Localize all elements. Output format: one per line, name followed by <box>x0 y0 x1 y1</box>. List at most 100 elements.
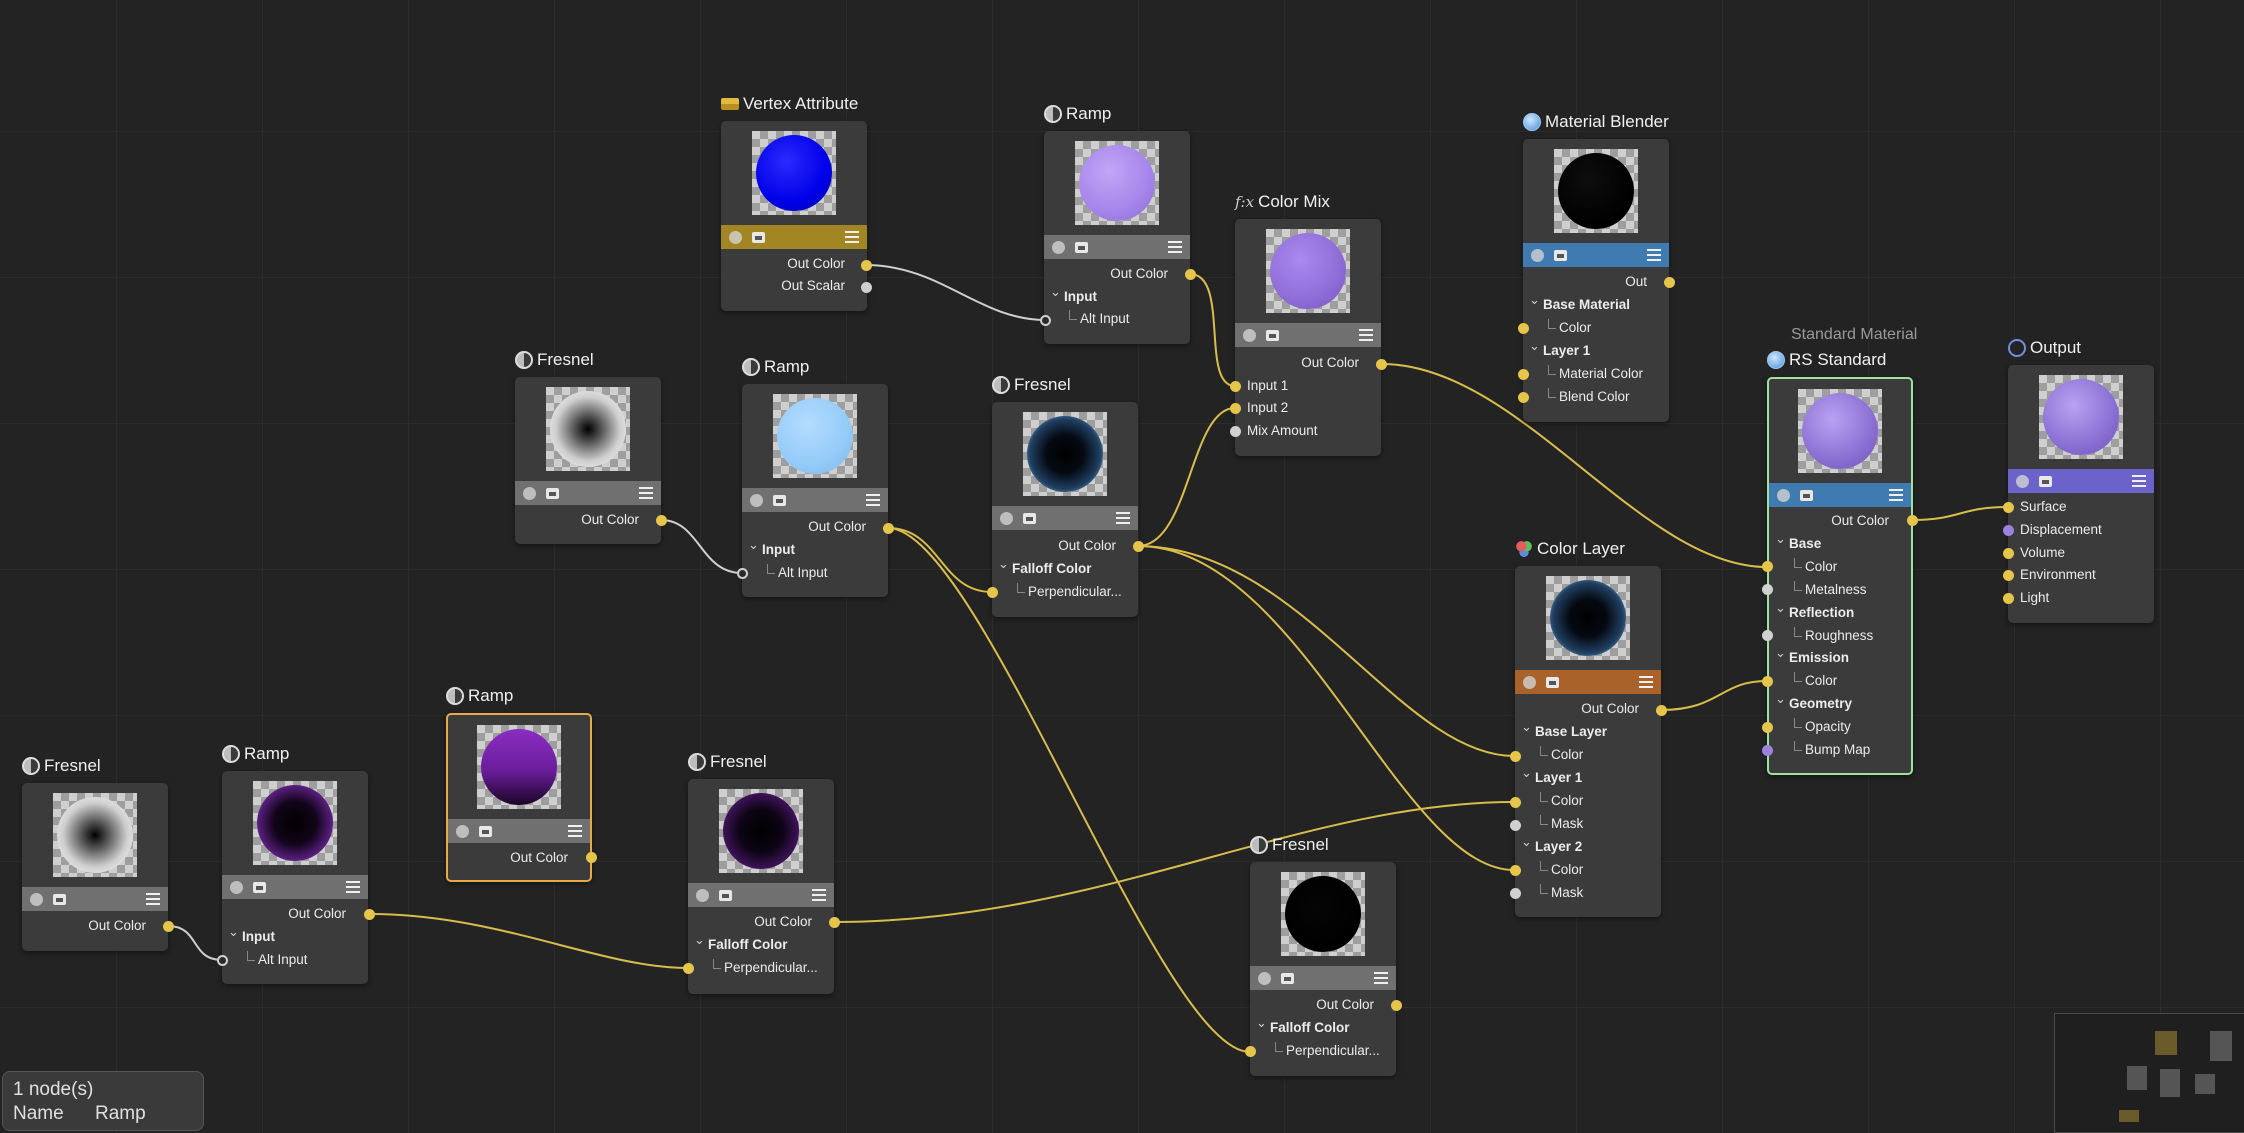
output-port[interactable] <box>1375 358 1387 370</box>
node-material-blender[interactable]: Material Blender Out Base Material Color… <box>1517 112 1675 422</box>
input-port[interactable] <box>1509 864 1521 876</box>
dollar-icon[interactable] <box>230 880 243 894</box>
output-port[interactable] <box>1663 276 1675 288</box>
input-port[interactable] <box>736 567 748 579</box>
input-port[interactable] <box>1761 675 1773 687</box>
menu-icon[interactable] <box>346 881 360 893</box>
output-port[interactable] <box>162 920 174 932</box>
input-port[interactable] <box>1244 1045 1256 1057</box>
menu-icon[interactable] <box>1116 512 1130 524</box>
dollar-icon[interactable] <box>456 824 469 838</box>
input-port[interactable] <box>1039 314 1051 326</box>
input-port[interactable] <box>1517 368 1529 380</box>
dollar-icon[interactable] <box>1531 248 1544 262</box>
input-port[interactable] <box>1509 887 1521 899</box>
input-port[interactable] <box>2002 501 2014 513</box>
image-icon[interactable] <box>719 889 732 901</box>
dollar-icon[interactable] <box>1052 240 1065 254</box>
menu-icon[interactable] <box>812 889 826 901</box>
input-port[interactable] <box>1229 380 1241 392</box>
input-port[interactable] <box>1517 322 1529 334</box>
input-port[interactable] <box>1509 750 1521 762</box>
input-port[interactable] <box>1229 425 1241 437</box>
menu-icon[interactable] <box>845 231 859 243</box>
menu-icon[interactable] <box>1647 249 1661 261</box>
output-port[interactable] <box>585 851 597 863</box>
input-port[interactable] <box>1509 796 1521 808</box>
input-port[interactable] <box>2002 524 2014 536</box>
node-fresnel[interactable]: Fresnel Out Color Falloff Color Perpendi… <box>682 752 840 994</box>
dollar-icon[interactable] <box>1243 328 1256 342</box>
image-icon[interactable] <box>2039 475 2052 487</box>
input-port[interactable] <box>2002 592 2014 604</box>
dollar-icon[interactable] <box>523 486 536 500</box>
dollar-icon[interactable] <box>696 888 709 902</box>
dollar-icon[interactable] <box>1258 971 1271 985</box>
output-port[interactable] <box>1132 540 1144 552</box>
output-port[interactable] <box>882 522 894 534</box>
menu-icon[interactable] <box>1374 972 1388 984</box>
node-color-mix[interactable]: f:x Color Mix Out Color Input 1 Input 2 M… <box>1229 192 1387 456</box>
minimap[interactable] <box>2054 1013 2244 1133</box>
image-icon[interactable] <box>546 487 559 499</box>
node-ramp[interactable]: Ramp Out Color Input Alt Input <box>736 357 894 597</box>
node-fresnel[interactable]: Fresnel Out Color Falloff Color Perpendi… <box>1244 835 1402 1076</box>
input-port[interactable] <box>986 586 998 598</box>
input-port[interactable] <box>1761 744 1773 756</box>
input-port[interactable] <box>682 962 694 974</box>
menu-icon[interactable] <box>2132 475 2146 487</box>
image-icon[interactable] <box>253 881 266 893</box>
menu-icon[interactable] <box>1359 329 1373 341</box>
image-icon[interactable] <box>773 494 786 506</box>
image-icon[interactable] <box>1281 972 1294 984</box>
output-port[interactable] <box>828 916 840 928</box>
image-icon[interactable] <box>1266 329 1279 341</box>
menu-icon[interactable] <box>1639 676 1653 688</box>
output-port[interactable] <box>860 281 872 293</box>
node-fresnel[interactable]: Fresnel Out Color <box>22 756 174 951</box>
input-port[interactable] <box>1229 402 1241 414</box>
image-icon[interactable] <box>1023 512 1036 524</box>
node-ramp[interactable]: Ramp Out Color Input Alt Input <box>1039 104 1196 344</box>
node-ramp-selected[interactable]: Ramp Out Color <box>446 686 597 882</box>
image-icon[interactable] <box>479 825 492 837</box>
input-port[interactable] <box>1517 391 1529 403</box>
input-port[interactable] <box>2002 569 2014 581</box>
image-icon[interactable] <box>1800 489 1813 501</box>
dollar-icon[interactable] <box>729 230 742 244</box>
output-port[interactable] <box>1390 999 1402 1011</box>
image-icon[interactable] <box>1075 241 1088 253</box>
node-fresnel[interactable]: Fresnel Out Color <box>515 350 667 544</box>
input-port[interactable] <box>216 954 228 966</box>
image-icon[interactable] <box>752 231 765 243</box>
output-port[interactable] <box>1906 514 1918 526</box>
input-port[interactable] <box>1761 629 1773 641</box>
menu-icon[interactable] <box>1889 489 1903 501</box>
node-vertex-attribute[interactable]: Vertex Attribute Out Color Out Scalar <box>721 94 872 311</box>
image-icon[interactable] <box>53 893 66 905</box>
image-icon[interactable] <box>1554 249 1567 261</box>
dollar-icon[interactable] <box>1777 488 1790 502</box>
dollar-icon[interactable] <box>30 892 43 906</box>
dollar-icon[interactable] <box>750 493 763 507</box>
output-port[interactable] <box>860 259 872 271</box>
input-port[interactable] <box>1761 583 1773 595</box>
output-port[interactable] <box>1655 704 1667 716</box>
image-icon[interactable] <box>1546 676 1559 688</box>
node-fresnel[interactable]: Fresnel Out Color Falloff Color Perpendi… <box>986 375 1144 617</box>
dollar-icon[interactable] <box>2016 474 2029 488</box>
output-port[interactable] <box>1184 268 1196 280</box>
output-port[interactable] <box>363 908 375 920</box>
input-port[interactable] <box>2002 547 2014 559</box>
node-ramp[interactable]: Ramp Out Color Input Alt Input <box>216 744 375 984</box>
input-port[interactable] <box>1761 560 1773 572</box>
menu-icon[interactable] <box>866 494 880 506</box>
input-port[interactable] <box>1761 721 1773 733</box>
dollar-icon[interactable] <box>1523 675 1536 689</box>
input-port[interactable] <box>1509 819 1521 831</box>
output-port[interactable] <box>655 514 667 526</box>
node-color-layer[interactable]: Color Layer Out Color Base Layer Color L… <box>1509 539 1667 917</box>
node-output[interactable]: Output Surface Displacement Volume Envir… <box>2002 338 2154 623</box>
menu-icon[interactable] <box>568 825 582 837</box>
dollar-icon[interactable] <box>1000 511 1013 525</box>
